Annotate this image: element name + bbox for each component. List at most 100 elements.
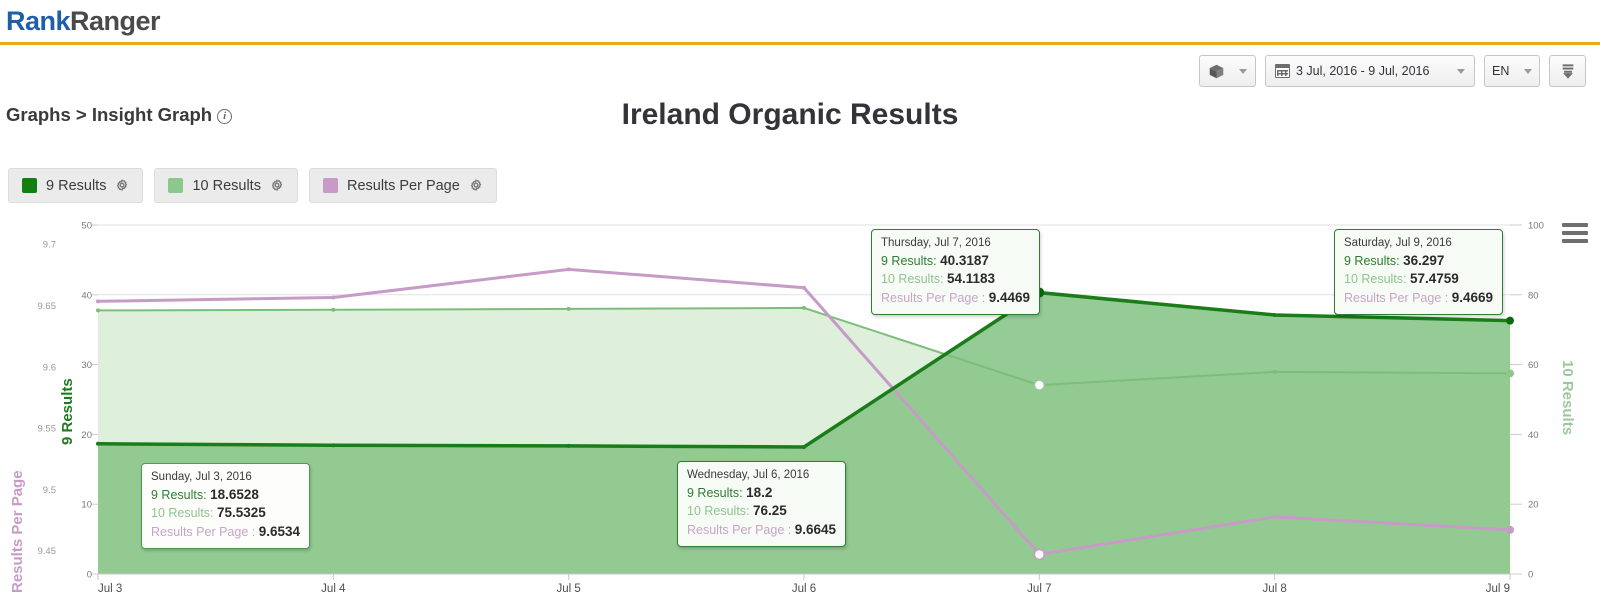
axis-ticks-10-results: 0 20 40 60 80 100: [1510, 221, 1544, 581]
chevron-down-icon: [1457, 68, 1465, 74]
tooltip-value-results-per-page: 9.6645: [794, 522, 836, 538]
legend-item-9-results[interactable]: 9 Results: [8, 168, 144, 203]
axis-tick-label: 0: [1528, 570, 1533, 581]
point-highlight-10-results-end: [1506, 369, 1514, 378]
date-range-picker[interactable]: 3 Jul, 2016 - 9 Jul, 2016: [1265, 55, 1475, 87]
tooltip-row-results-per-page: Results Per Page : 9.4469: [881, 289, 1030, 307]
point-results-per-page: [331, 295, 336, 300]
legend-item-10-results[interactable]: 10 Results: [154, 168, 298, 203]
point-highlight-rpp-end: [1506, 525, 1514, 534]
gear-icon[interactable]: [469, 178, 483, 193]
x-tick-label: Jul 7: [1027, 583, 1051, 595]
point-results-per-page: [802, 285, 806, 290]
axis-tick-label: 80: [1528, 290, 1539, 301]
project-selector-button[interactable]: [1199, 55, 1256, 87]
tooltip-row-10-results: 10 Results: 75.5325: [151, 504, 300, 522]
gear-icon[interactable]: [115, 178, 129, 193]
legend-label-9-results: 9 Results: [46, 177, 107, 194]
axis-tick-label: 100: [1528, 221, 1544, 232]
tooltip-row-results-per-page: Results Per Page : 9.6534: [151, 523, 300, 541]
download-button[interactable]: [1549, 55, 1586, 87]
axis-ticks-x: Jul 3 Jul 4 Jul 5 Jul 6 Jul 7 Jul 8 Jul 9: [97, 574, 1511, 595]
tooltip-key-results-per-page: Results Per Page :: [687, 523, 792, 538]
axis-tick-label: 9.5: [43, 485, 56, 496]
axis-tick-label: 9.6: [43, 362, 56, 373]
axis-tick-label: 50: [81, 221, 92, 232]
tooltip-key-9-results: 9 Results:: [151, 487, 207, 502]
point-9-results: [802, 444, 806, 449]
point-highlight-9-results-end: [1506, 316, 1514, 325]
top-bar: RankRanger: [0, 0, 1600, 45]
axis-tick-label: 9.7: [43, 240, 56, 251]
logo-rank-text: Rank: [6, 6, 71, 36]
axis-title-10-results: 10 Results: [1559, 360, 1576, 435]
tooltip-value-results-per-page: 9.4669: [1451, 290, 1493, 306]
x-tick-label: Jul 8: [1263, 583, 1287, 595]
point-9-results: [1272, 313, 1277, 318]
legend-item-results-per-page[interactable]: Results Per Page: [308, 168, 497, 203]
axis-tick-label: 0: [87, 570, 92, 581]
x-tick-label: Jul 6: [792, 583, 816, 595]
tooltip-row-9-results: 9 Results: 18.6528: [151, 486, 300, 504]
point-results-per-page: [566, 267, 571, 272]
legend-swatch-results-per-page: [322, 178, 338, 193]
calendar-icon: [1275, 64, 1290, 78]
axis-tick-label: 9.45: [38, 546, 57, 557]
axis-ticks-9-results: 0 10 20 30 40 50: [81, 221, 98, 581]
tooltip-jul-9[interactable]: Saturday, Jul 9, 2016 9 Results: 36.297 …: [1334, 229, 1503, 316]
tooltip-key-10-results: 10 Results:: [881, 272, 944, 287]
tooltip-date: Thursday, Jul 7, 2016: [881, 237, 991, 249]
axis-ticks-results-per-page: 9.45 9.5 9.55 9.6 9.65 9.7: [38, 240, 57, 557]
tooltip-row-9-results: 9 Results: 40.3187: [881, 252, 1030, 270]
tooltip-key-9-results: 9 Results:: [1344, 253, 1400, 268]
tooltip-value-9-results: 36.297: [1403, 252, 1445, 268]
tooltip-date: Saturday, Jul 9, 2016: [1344, 237, 1452, 249]
logo-ranger-text: Ranger: [70, 6, 161, 36]
legend-label-results-per-page: Results Per Page: [346, 177, 460, 194]
tooltip-value-results-per-page: 9.4469: [988, 290, 1030, 306]
axis-tick-label: 9.65: [38, 301, 57, 312]
axis-tick-label: 40: [81, 290, 92, 301]
tooltip-key-results-per-page: Results Per Page :: [881, 291, 986, 306]
axis-tick-label: 9.55: [38, 424, 57, 435]
point-9-results: [566, 443, 571, 448]
axis-tick-label: 40: [1528, 430, 1539, 441]
legend-swatch-9-results: [22, 178, 37, 193]
tooltip-key-10-results: 10 Results:: [1344, 272, 1407, 287]
tooltip-row-9-results: 9 Results: 36.297: [1344, 252, 1493, 270]
tooltip-key-9-results: 9 Results:: [881, 253, 937, 268]
x-tick-label: Jul 3: [98, 583, 122, 595]
gear-icon[interactable]: [270, 178, 284, 193]
tooltip-row-9-results: 9 Results: 18.2: [687, 484, 836, 502]
tooltip-date: Sunday, Jul 3, 2016: [151, 471, 252, 483]
tooltip-value-10-results: 57.4759: [1410, 271, 1459, 287]
chart-legend: 9 Results 10 Results Results Per Page: [8, 168, 497, 203]
legend-swatch-10-results: [168, 178, 184, 193]
tooltip-jul-3[interactable]: Sunday, Jul 3, 2016 9 Results: 18.6528 1…: [141, 463, 310, 550]
tooltip-value-9-results: 18.6528: [210, 486, 259, 502]
tooltip-value-10-results: 76.25: [753, 503, 787, 519]
tooltip-row-results-per-page: Results Per Page : 9.6645: [687, 521, 836, 539]
tooltip-key-9-results: 9 Results:: [687, 485, 743, 500]
point-results-per-page: [96, 299, 100, 304]
axis-tick-label: 30: [81, 360, 92, 371]
tooltip-date: Wednesday, Jul 6, 2016: [687, 469, 810, 481]
date-range-label: 3 Jul, 2016 - 9 Jul, 2016: [1296, 64, 1430, 78]
point-highlight-results-per-page: [1033, 548, 1046, 561]
point-10-results: [331, 307, 336, 312]
x-tick-label: Jul 4: [321, 583, 346, 595]
language-label: EN: [1492, 64, 1510, 78]
chevron-down-icon: [1524, 68, 1532, 74]
point-9-results: [96, 441, 100, 446]
tooltip-value-9-results: 40.3187: [940, 252, 989, 268]
toolbar: 3 Jul, 2016 - 9 Jul, 2016 EN: [1199, 55, 1586, 87]
axis-title-9-results: 9 Results: [59, 378, 76, 445]
app-logo[interactable]: RankRanger: [6, 6, 161, 37]
tooltip-jul-6[interactable]: Wednesday, Jul 6, 2016 9 Results: 18.2 1…: [677, 461, 846, 548]
point-10-results: [1272, 369, 1277, 374]
point-results-per-page: [1272, 514, 1277, 519]
language-selector[interactable]: EN: [1484, 55, 1540, 87]
chevron-down-icon: [1239, 68, 1247, 74]
tooltip-value-10-results: 75.5325: [217, 505, 266, 521]
tooltip-jul-7[interactable]: Thursday, Jul 7, 2016 9 Results: 40.3187…: [871, 229, 1040, 316]
